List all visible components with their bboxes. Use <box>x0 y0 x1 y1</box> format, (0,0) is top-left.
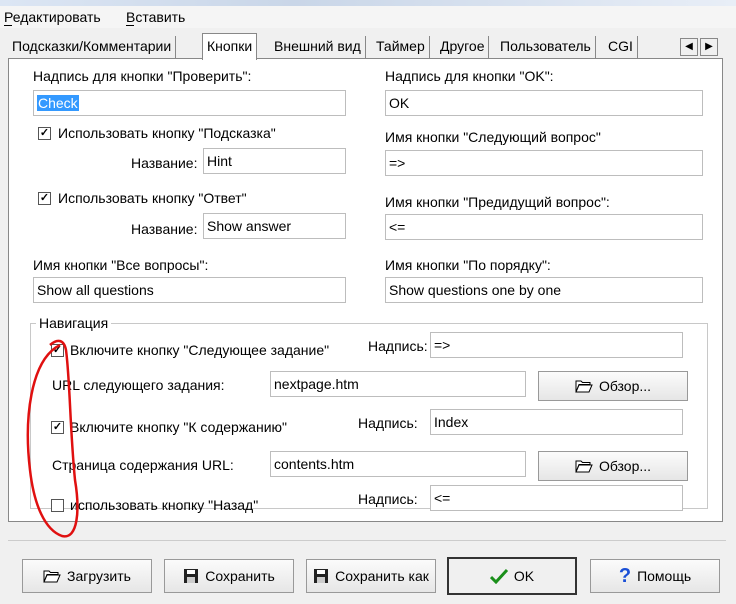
browse-contents-button[interactable]: Обзор... <box>538 451 688 481</box>
next-task-caption-input[interactable]: => <box>430 332 683 358</box>
tab-cgi[interactable]: CGI <box>604 36 638 58</box>
contents-check-label: Включите кнопку "К содержанию" <box>70 419 287 435</box>
contents-url-label: Страница содержания URL: <box>52 457 234 473</box>
answer-name-label: Название: <box>131 221 198 237</box>
tab-buttons[interactable]: Кнопки <box>202 33 258 60</box>
floppy-disk-icon <box>313 568 329 584</box>
in-order-input[interactable]: Show questions one by one <box>385 277 703 303</box>
next-task-checkbox[interactable]: ✓ <box>51 344 64 357</box>
all-questions-input[interactable]: Show all questions <box>33 277 346 303</box>
menu-edit[interactable]: Редактировать <box>4 9 101 25</box>
ok-button[interactable]: OK <box>447 557 577 595</box>
tab-hints[interactable]: Подсказки/Комментарии <box>8 36 177 58</box>
next-question-input[interactable]: => <box>385 150 703 176</box>
load-button[interactable]: Загрузить <box>22 559 152 593</box>
back-caption-input[interactable]: <= <box>430 485 683 511</box>
contents-url-input[interactable]: contents.htm <box>270 451 526 477</box>
separator <box>8 540 726 541</box>
tab-scroll-right-button[interactable]: ▶ <box>700 38 718 56</box>
prev-question-label: Имя кнопки "Предидущий вопрос": <box>385 194 610 210</box>
question-mark-icon: ? <box>618 565 632 587</box>
next-task-check-label: Включите кнопку "Следующее задание" <box>70 342 330 358</box>
prev-question-input[interactable]: <= <box>385 214 703 240</box>
back-checkbox[interactable] <box>51 499 64 512</box>
hint-name-label: Название: <box>131 155 198 171</box>
navigation-group-title: Навигация <box>36 315 112 331</box>
ok-caption-input[interactable]: OK <box>385 90 703 116</box>
folder-open-icon <box>43 569 61 583</box>
floppy-disk-icon <box>183 568 199 584</box>
checkmark-icon <box>489 568 508 584</box>
tab-user[interactable]: Пользователь <box>496 36 596 58</box>
next-question-label: Имя кнопки "Следующий вопрос" <box>385 129 601 145</box>
tab-other[interactable]: Другое <box>436 36 490 58</box>
check-caption-input[interactable]: Check <box>33 90 346 116</box>
all-questions-label: Имя кнопки "Все вопросы": <box>33 257 209 273</box>
contents-checkbox[interactable]: ✓ <box>51 421 64 434</box>
menu-insert[interactable]: Вставить <box>126 9 185 25</box>
next-task-caption-label: Надпись: <box>368 338 428 354</box>
answer-name-input[interactable]: Show answer <box>203 213 346 239</box>
hint-name-input[interactable]: Hint <box>203 148 346 174</box>
save-as-button[interactable]: Сохранить как <box>306 559 436 593</box>
menu-insert-underline <box>126 25 134 26</box>
tab-appearance[interactable]: Внешний вид <box>270 36 366 58</box>
back-caption-label: Надпись: <box>358 491 418 507</box>
back-check-label: использовать кнопку "Назад" <box>70 497 259 513</box>
folder-open-icon <box>575 379 593 393</box>
use-hint-checkbox[interactable]: ✓ <box>38 127 51 140</box>
folder-open-icon <box>575 459 593 473</box>
help-button[interactable]: ? Помощь <box>590 559 720 593</box>
contents-caption-input[interactable]: Index <box>430 409 683 435</box>
tab-scroll-left-button[interactable]: ◀ <box>680 38 698 56</box>
in-order-label: Имя кнопки "По порядку": <box>385 257 551 273</box>
use-hint-label: Использовать кнопку "Подсказка" <box>58 125 276 141</box>
use-answer-checkbox[interactable]: ✓ <box>38 192 51 205</box>
next-task-url-input[interactable]: nextpage.htm <box>270 371 526 397</box>
check-caption-label: Надпись для кнопки "Проверить": <box>33 68 252 84</box>
menu-bar <box>0 6 736 28</box>
next-task-url-label: URL следующего задания: <box>52 377 225 393</box>
contents-caption-label: Надпись: <box>358 415 418 431</box>
use-answer-label: Использовать кнопку "Ответ" <box>58 190 247 206</box>
browse-next-task-button[interactable]: Обзор... <box>538 371 688 401</box>
menu-edit-underline <box>4 25 12 26</box>
tab-timer[interactable]: Таймер <box>372 36 430 58</box>
ok-caption-label: Надпись для кнопки "OK": <box>385 68 554 84</box>
save-button[interactable]: Сохранить <box>164 559 294 593</box>
